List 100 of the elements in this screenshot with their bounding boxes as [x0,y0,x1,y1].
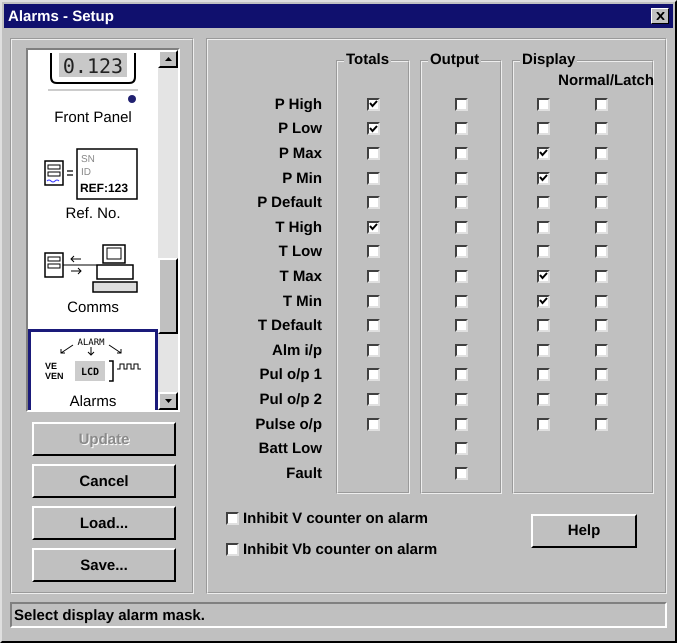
checkbox[interactable] [454,466,468,480]
checkbox[interactable] [594,344,608,357]
section-label: Ref. No. [65,205,121,222]
checkbox[interactable] [536,270,550,283]
checkbox[interactable] [454,392,468,406]
checkbox[interactable] [366,245,380,258]
section-item[interactable]: 0.123 Front Panel [28,50,158,133]
checkbox[interactable] [536,98,550,111]
checkbox[interactable] [536,368,550,382]
checkbox[interactable] [536,319,550,332]
section-item[interactable]: Comms [28,237,158,323]
alarm-label: Pul o/p 2 [259,390,322,408]
checkbox[interactable] [536,344,550,357]
checkbox[interactable] [454,98,468,111]
scroll-thumb[interactable] [158,258,178,334]
checkbox[interactable] [226,542,239,556]
close-icon [656,12,664,20]
checkbox[interactable] [454,344,468,357]
alarm-label: Alm i/p [272,342,322,359]
close-button[interactable] [651,8,669,24]
alarm-label: P Max [278,144,322,162]
checkbox[interactable] [454,319,468,332]
group-title: Output [428,51,482,68]
checkbox[interactable] [594,294,608,308]
checkbox[interactable] [366,220,380,234]
alarm-label: Pulse o/p [255,416,322,433]
checkbox[interactable] [594,368,608,382]
checkbox[interactable] [594,146,608,160]
alarm-label: T Max [279,268,322,285]
alarm-label: P Min [282,170,322,187]
alarm-label: T Low [278,243,322,260]
checkbox[interactable] [366,392,380,406]
checkbox[interactable] [366,98,380,111]
scroll-down-button[interactable] [158,392,178,410]
checkbox[interactable] [594,172,608,185]
alarm-label: T Default [258,317,322,334]
section-label: Front Panel [54,109,132,126]
checkbox[interactable] [366,368,380,382]
scrollbar[interactable] [158,50,178,410]
section-label: Comms [67,299,119,316]
checkbox[interactable] [366,146,380,160]
checkbox[interactable] [454,146,468,160]
checkbox[interactable] [454,294,468,308]
checkbox[interactable] [594,392,608,406]
checkbox[interactable] [594,418,608,431]
alarm-label: T High [275,218,322,236]
checkbox[interactable] [536,146,550,160]
action-button[interactable]: Save... [32,548,176,582]
checkbox[interactable] [366,344,380,357]
checkbox[interactable] [454,122,468,136]
section-item[interactable]: SN ID REF:123 Ref. No. [28,141,158,229]
checkbox[interactable] [594,245,608,258]
checkbox[interactable] [454,196,468,210]
checkbox[interactable] [594,122,608,136]
checkbox[interactable] [536,122,550,136]
checkbox[interactable] [536,245,550,258]
alarm-label: Batt Low [258,440,322,458]
checkbox[interactable] [536,196,550,210]
checkbox[interactable] [536,418,550,431]
checkbox[interactable] [536,220,550,234]
checkbox[interactable] [366,196,380,210]
checkbox[interactable] [366,418,380,431]
option-label: Inhibit V counter on alarm [243,510,428,526]
checkbox[interactable] [366,172,380,185]
checkbox[interactable] [366,294,380,308]
column-subtitle: Normal/Latch [558,72,654,89]
checkbox[interactable] [536,294,550,308]
group-title: Display [520,51,578,68]
checkbox[interactable] [454,172,468,185]
checkbox[interactable] [594,196,608,210]
checkbox[interactable] [594,98,608,111]
checkbox[interactable] [454,220,468,234]
alarm-label: Pul o/p 1 [259,366,322,384]
checkbox[interactable] [366,319,380,332]
option-label: Inhibit Vb counter on alarm [243,540,438,558]
alarm-label: P Low [278,120,322,138]
checkbox[interactable] [536,392,550,406]
checkbox[interactable] [366,270,380,283]
checkbox[interactable] [366,122,380,136]
help-button[interactable]: Help [531,514,637,548]
checkbox[interactable] [454,245,468,258]
action-button[interactable]: Load... [32,506,176,540]
status-bar: Select display alarm mask. [10,602,667,628]
checkbox[interactable] [594,319,608,332]
checkbox[interactable] [226,512,239,524]
checkbox[interactable] [594,220,608,234]
checkbox[interactable] [536,172,550,185]
checkbox[interactable] [454,442,468,456]
scroll-up-button[interactable] [158,50,178,68]
action-button[interactable]: Cancel [32,464,176,498]
window-title: Alarms - Setup [8,8,114,24]
checkbox[interactable] [454,368,468,382]
checkbox[interactable] [594,270,608,283]
alarm-label: Fault [286,464,322,482]
alarm-label: P Default [257,194,322,212]
alarm-label: T Min [282,292,322,310]
alarm-label: P High [274,96,322,113]
checkbox[interactable] [454,270,468,283]
down-arrow-icon [164,399,172,403]
checkbox[interactable] [454,418,468,431]
